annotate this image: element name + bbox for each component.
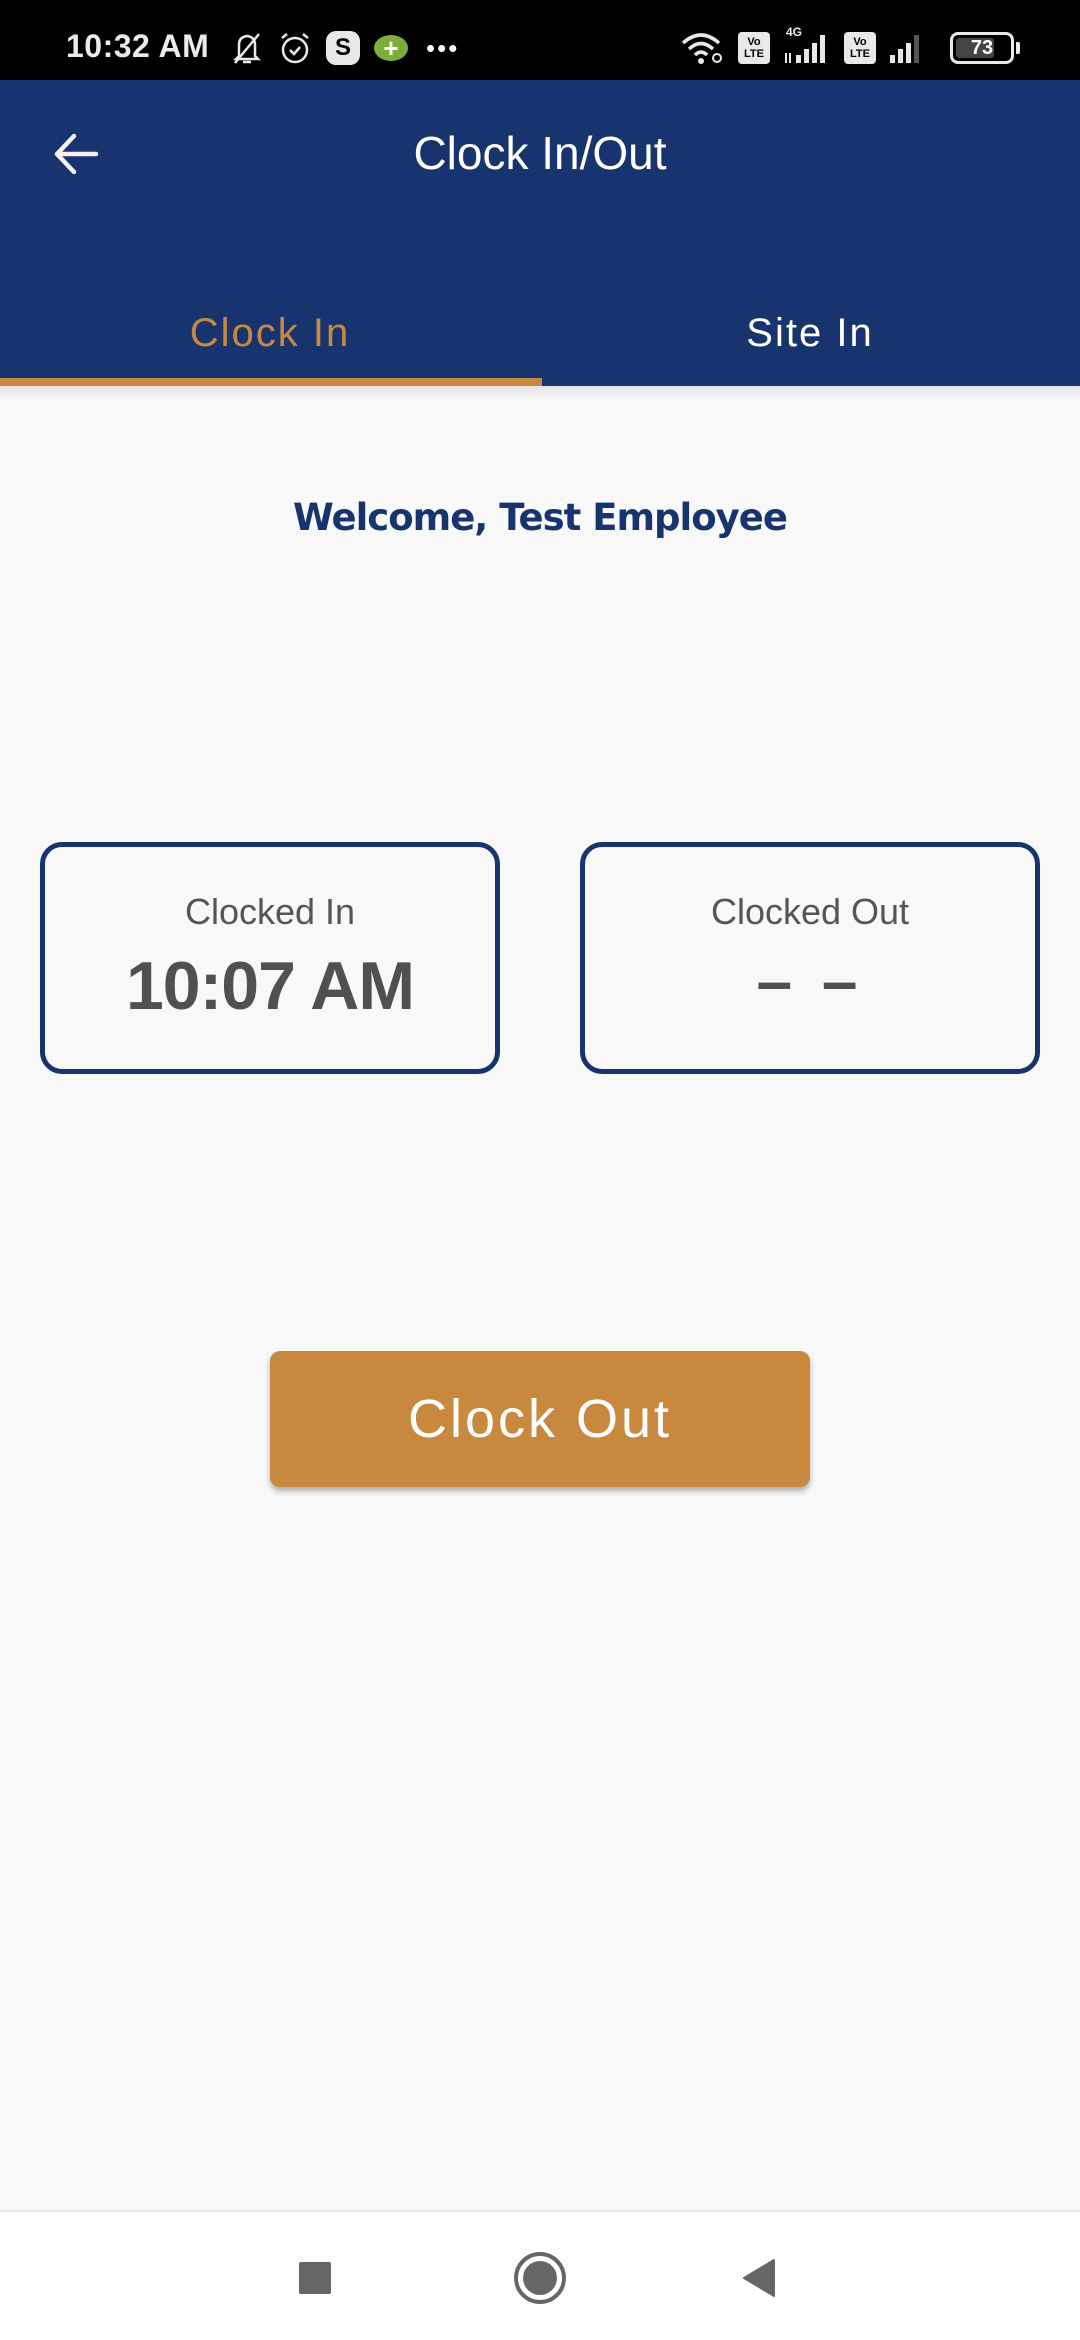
clock-out-button[interactable]: Clock Out: [270, 1351, 810, 1487]
tab-clock-in[interactable]: Clock In: [0, 280, 540, 386]
signal-icon: [888, 31, 928, 65]
system-nav-bar: [0, 2210, 1080, 2340]
status-bar: 10:32 AM S + ••• Vo LTE 4G Vo LTE 73: [0, 0, 1080, 80]
clocked-out-time: – –: [756, 945, 864, 1017]
more-dots-icon: •••: [426, 32, 460, 63]
system-icons: Vo LTE 4G Vo LTE 73: [680, 25, 1020, 68]
battery-level: 73: [970, 37, 994, 59]
nav-back-button[interactable]: [730, 2248, 790, 2308]
app-bar: Clock In/Out Clock In Site In: [0, 80, 1080, 386]
skype-icon: S: [326, 31, 360, 65]
volte-icon: Vo LTE: [738, 32, 770, 64]
tab-site-in[interactable]: Site In: [540, 280, 1080, 386]
volte-icon-2: Vo LTE: [844, 32, 876, 64]
clocked-in-time: 10:07 AM: [125, 948, 415, 1024]
page-title: Clock In/Out: [413, 127, 667, 179]
welcome-message: Welcome, Test Employee: [293, 496, 788, 539]
active-tab-indicator: [0, 378, 542, 386]
google-plus-icon: +: [374, 35, 408, 61]
tab-bar: Clock In Site In: [0, 280, 1080, 386]
status-time: 10:32 AM: [66, 28, 210, 64]
notification-icons: S + •••: [230, 30, 459, 66]
clocked-out-card: Clocked Out – –: [580, 842, 1040, 1074]
clocked-in-card: Clocked In 10:07 AM: [40, 842, 500, 1074]
network-type-label: 4G: [786, 25, 803, 39]
wifi-icon: [680, 31, 726, 65]
home-button[interactable]: [510, 2248, 570, 2308]
recents-button[interactable]: [285, 2248, 345, 2308]
clocked-in-label: Clocked In: [184, 891, 356, 932]
clocked-out-label: Clocked Out: [710, 891, 910, 932]
bell-muted-icon: [230, 30, 264, 66]
signal-4g-icon: 4G: [782, 25, 832, 65]
recents-icon: [299, 2262, 331, 2294]
back-triangle-icon: [743, 2259, 775, 2297]
home-icon: [514, 2252, 566, 2304]
alarm-icon: [278, 30, 312, 66]
app-bar-shadow: [0, 386, 1080, 400]
battery-icon: 73: [950, 32, 1020, 64]
